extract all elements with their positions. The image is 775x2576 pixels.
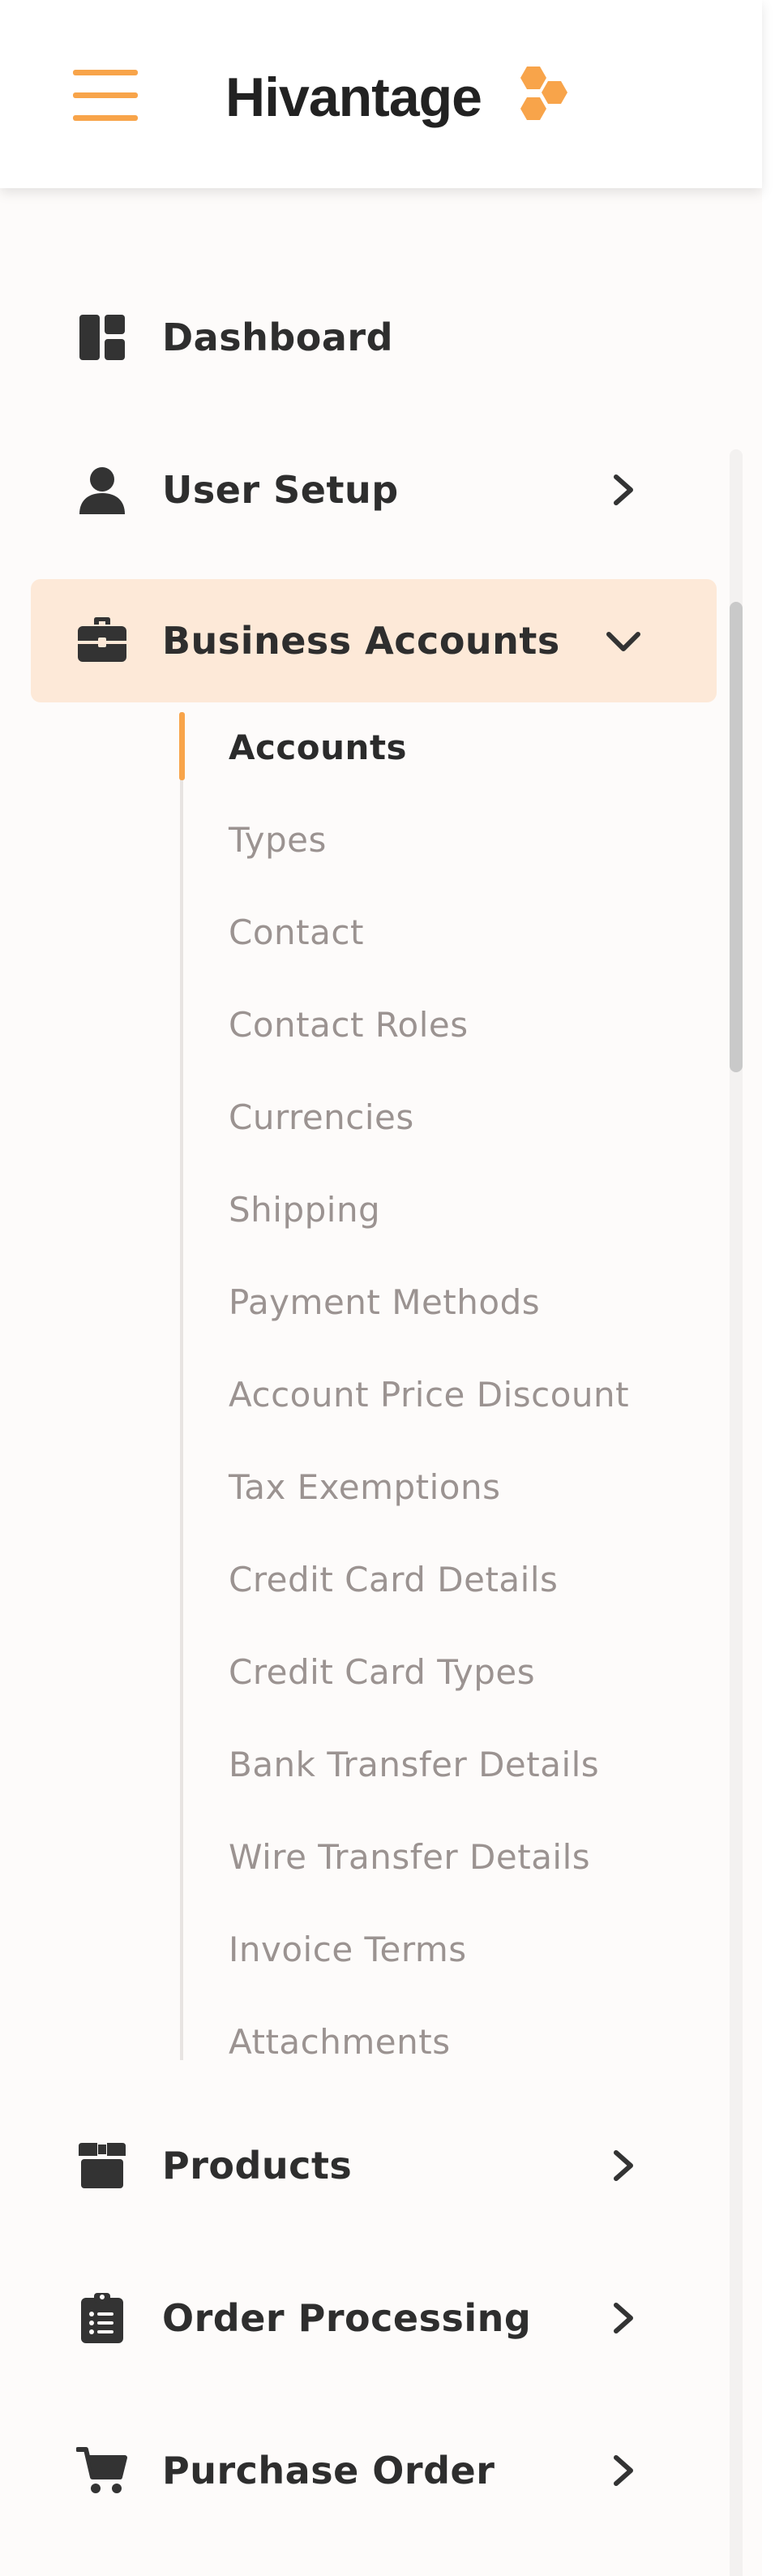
submenu-item-invoice-terms[interactable]: Invoice Terms: [229, 1926, 467, 1974]
sidebar-item-label: Dashboard: [162, 316, 394, 359]
submenu-item-attachments[interactable]: Attachments: [229, 2018, 451, 2067]
sidebar-item-label: Purchase Order: [162, 2449, 495, 2492]
hamburger-bar: [73, 115, 138, 121]
submenu-item-accounts[interactable]: Accounts: [229, 723, 407, 772]
chevron-right-icon[interactable]: [603, 470, 644, 510]
submenu-item-tax-exemptions[interactable]: Tax Exemptions: [229, 1463, 501, 1512]
submenu-item-credit-card-details[interactable]: Credit Card Details: [229, 1556, 558, 1604]
sidebar-item-label: Products: [162, 2144, 353, 2187]
honeycomb-logo-icon: [520, 67, 567, 120]
box-icon: [76, 2140, 128, 2192]
hamburger-menu-icon[interactable]: [73, 70, 141, 122]
submenu-item-types[interactable]: Types: [229, 816, 327, 865]
chevron-right-icon[interactable]: [603, 2450, 644, 2491]
cart-icon: [76, 2445, 128, 2497]
app-header: Hivantage: [0, 0, 762, 188]
submenu-item-credit-card-types[interactable]: Credit Card Types: [229, 1648, 535, 1697]
submenu-item-bank-transfer-details[interactable]: Bank Transfer Details: [229, 1741, 599, 1789]
submenu-active-indicator: [179, 712, 185, 780]
hamburger-bar: [73, 70, 138, 75]
submenu-item-account-price-discount[interactable]: Account Price Discount: [229, 1371, 629, 1419]
sidebar-item-label: User Setup: [162, 468, 399, 512]
submenu-item-contact-roles[interactable]: Contact Roles: [229, 1001, 469, 1050]
submenu-item-payment-methods[interactable]: Payment Methods: [229, 1278, 540, 1327]
sidebar-item-user-setup[interactable]: User Setup: [31, 428, 717, 552]
user-icon: [76, 464, 128, 516]
brand-name: Hivantage: [225, 67, 482, 128]
scrollbar-thumb[interactable]: [730, 602, 743, 1072]
sidebar-item-business-accounts[interactable]: Business Accounts: [31, 579, 717, 702]
sidebar-item-products[interactable]: Products: [31, 2104, 717, 2227]
sidebar-item-label: Business Accounts: [162, 619, 560, 663]
briefcase-icon: [76, 615, 128, 667]
submenu-item-contact[interactable]: Contact: [229, 908, 364, 957]
sidebar-item-purchase-order[interactable]: Purchase Order: [31, 2409, 717, 2532]
hamburger-bar: [73, 92, 138, 98]
chevron-right-icon[interactable]: [603, 2298, 644, 2338]
chevron-right-icon[interactable]: [603, 2145, 644, 2186]
submenu-item-currencies[interactable]: Currencies: [229, 1093, 414, 1142]
sidebar-item-label: Order Processing: [162, 2296, 532, 2340]
submenu-item-wire-transfer-details[interactable]: Wire Transfer Details: [229, 1833, 590, 1882]
sidebar-item-order-processing[interactable]: Order Processing: [31, 2256, 717, 2380]
chevron-down-icon[interactable]: [603, 620, 644, 661]
submenu-item-shipping[interactable]: Shipping: [229, 1186, 380, 1234]
submenu-guide-line: [180, 712, 183, 2060]
sidebar-item-dashboard[interactable]: Dashboard: [31, 276, 717, 399]
clipboard-list-icon: [76, 2292, 128, 2344]
dashboard-icon: [76, 311, 128, 363]
brand-logo[interactable]: Hivantage: [225, 57, 571, 138]
